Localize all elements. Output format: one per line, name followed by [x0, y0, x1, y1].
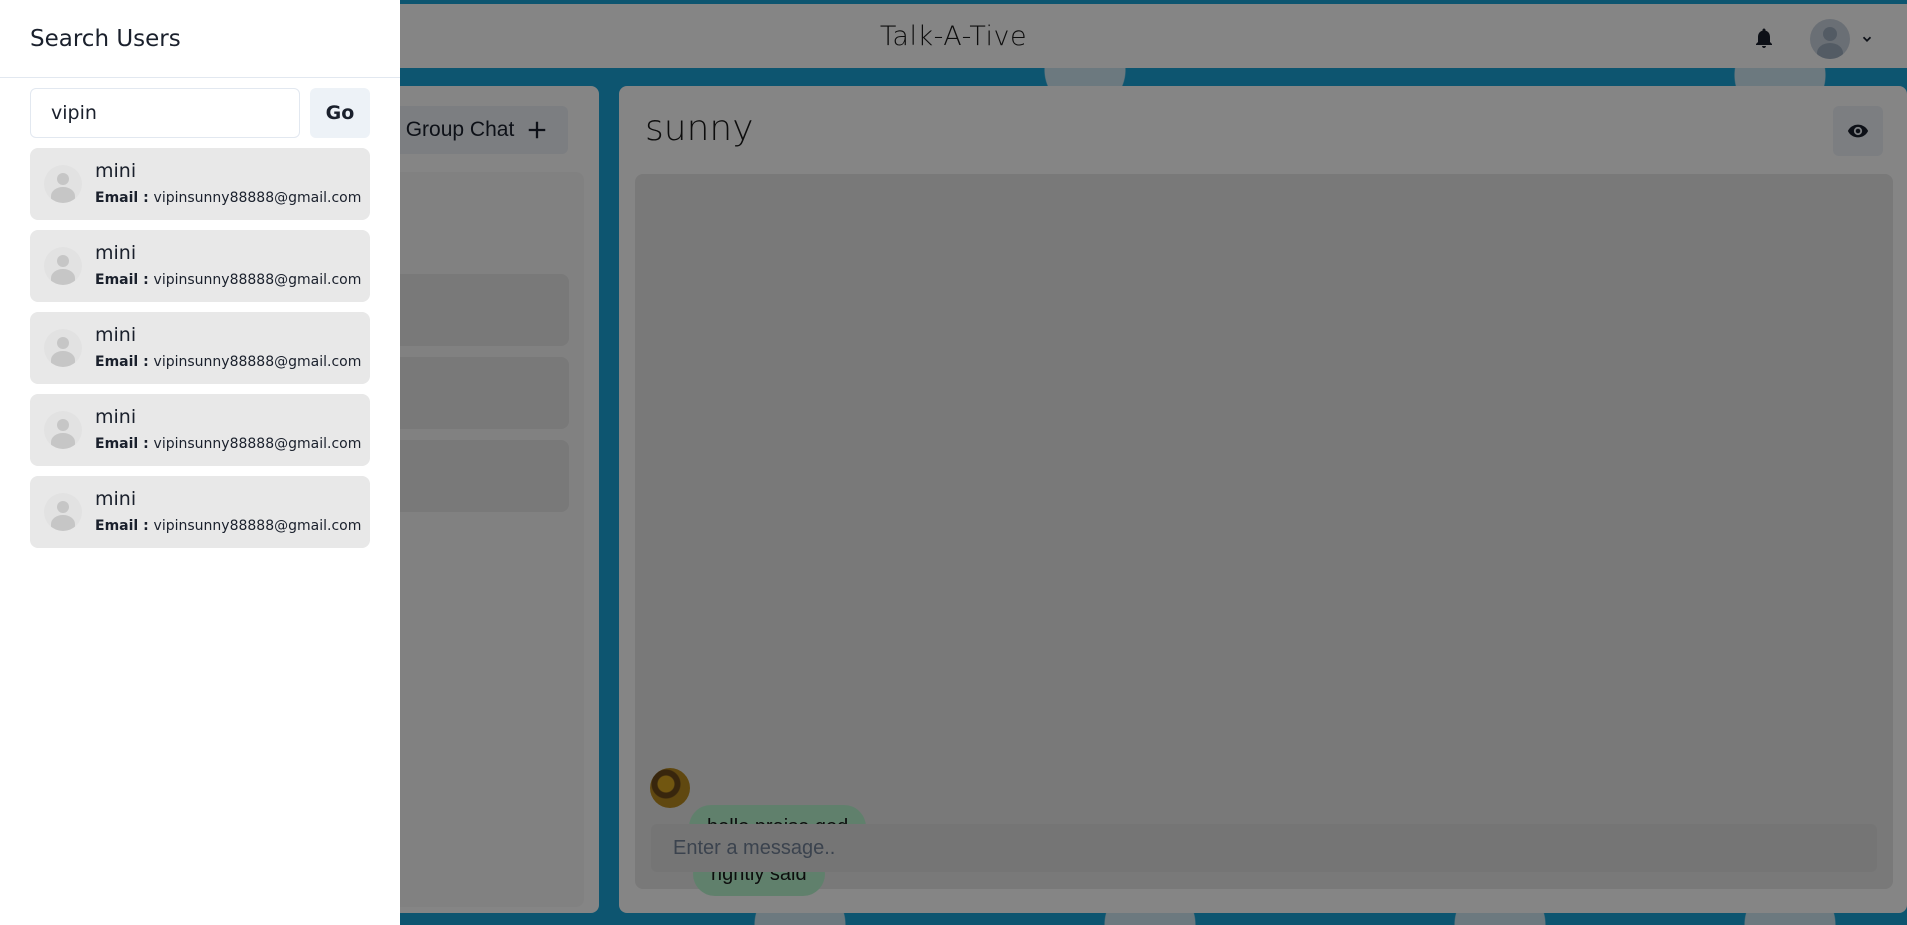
go-button[interactable]: Go: [310, 88, 370, 138]
search-input[interactable]: [30, 88, 300, 138]
user-result-item[interactable]: mini Email : vipinsunny88888@gmail.com: [30, 394, 370, 466]
user-email: Email : vipinsunny88888@gmail.com: [95, 190, 362, 206]
user-result-item[interactable]: mini Email : vipinsunny88888@gmail.com: [30, 230, 370, 302]
search-results-list: mini Email : vipinsunny88888@gmail.com m…: [30, 148, 370, 558]
user-email: Email : vipinsunny88888@gmail.com: [95, 518, 362, 534]
user-avatar-icon: [44, 329, 82, 367]
drawer-title: Search Users: [0, 0, 400, 78]
user-result-item[interactable]: mini Email : vipinsunny88888@gmail.com: [30, 476, 370, 548]
user-result-item[interactable]: mini Email : vipinsunny88888@gmail.com: [30, 148, 370, 220]
search-users-drawer: Search Users Go mini Email : vipinsunny8…: [0, 0, 400, 925]
user-name: mini: [95, 242, 137, 264]
user-email: Email : vipinsunny88888@gmail.com: [95, 436, 362, 452]
user-name: mini: [95, 406, 137, 428]
user-email: Email : vipinsunny88888@gmail.com: [95, 354, 362, 370]
user-result-item[interactable]: mini Email : vipinsunny88888@gmail.com: [30, 312, 370, 384]
user-avatar-icon: [44, 165, 82, 203]
user-avatar-icon: [44, 411, 82, 449]
user-email: Email : vipinsunny88888@gmail.com: [95, 272, 362, 288]
search-row: Go: [30, 88, 370, 138]
user-avatar-icon: [44, 247, 82, 285]
user-name: mini: [95, 488, 137, 510]
user-avatar-icon: [44, 493, 82, 531]
user-name: mini: [95, 160, 137, 182]
user-name: mini: [95, 324, 137, 346]
